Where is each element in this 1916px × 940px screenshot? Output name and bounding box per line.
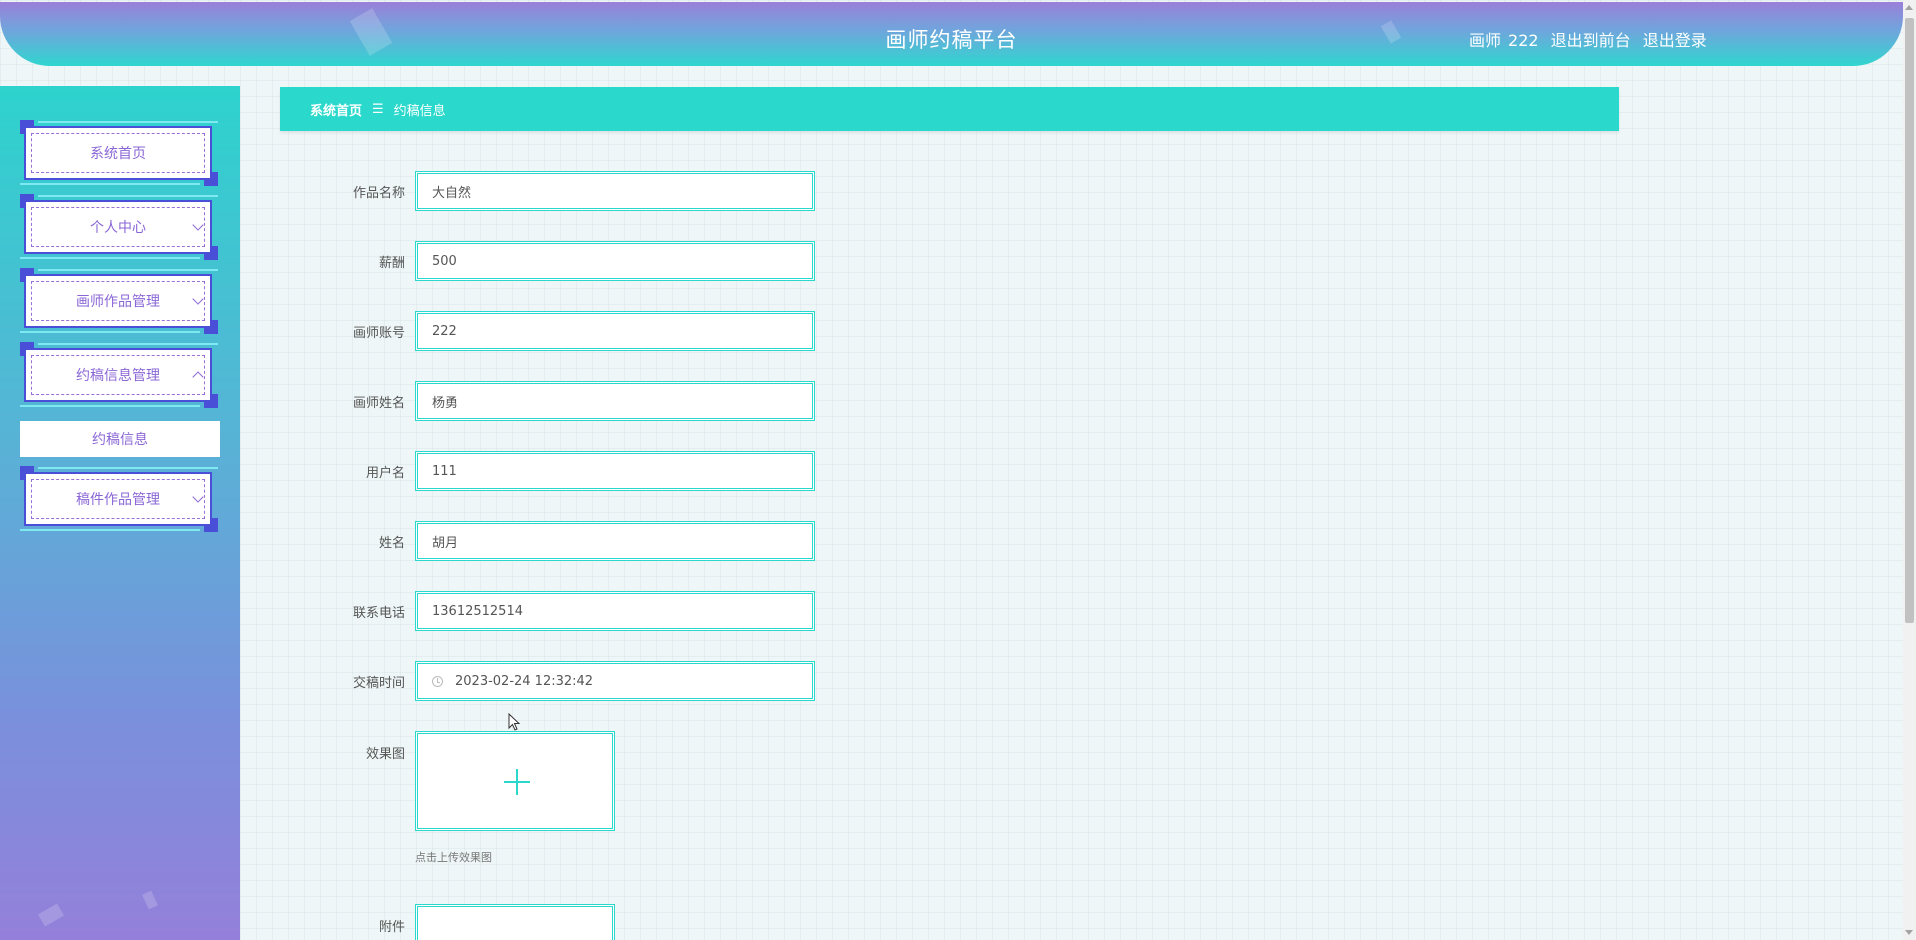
upload-hint: 点击上传效果图 bbox=[415, 851, 492, 864]
sidebar-item-label: 画师作品管理 bbox=[31, 281, 205, 321]
field-label: 联系电话 bbox=[352, 606, 405, 621]
work-name-input[interactable]: 大自然 bbox=[415, 171, 815, 211]
user-role: 画师 bbox=[1469, 31, 1502, 50]
top-header: 画师约稿平台 画师 222 退出到前台 退出登录 bbox=[0, 2, 1903, 66]
field-value: 大自然 bbox=[432, 185, 472, 201]
sidebar-item-label: 稿件作品管理 bbox=[31, 479, 205, 519]
submit-time-picker[interactable]: 2023-02-24 12:32:42 bbox=[415, 661, 815, 701]
field-label: 姓名 bbox=[378, 536, 405, 551]
field-value: 500 bbox=[432, 253, 457, 269]
effect-image-label: 效果图 bbox=[365, 747, 405, 762]
sidebar-item-label: 个人中心 bbox=[31, 207, 205, 247]
field-label: 画师姓名 bbox=[352, 396, 405, 411]
form-row-name: 姓名 胡月 bbox=[280, 521, 820, 561]
menu-icon: ☰ bbox=[372, 101, 384, 117]
sidebar-item-profile[interactable]: 个人中心 bbox=[20, 194, 218, 260]
form-row-salary: 薪酬 500 bbox=[280, 241, 820, 281]
artist-account-input[interactable]: 222 bbox=[415, 311, 815, 351]
sidebar-item-home[interactable]: 系统首页 bbox=[20, 120, 218, 186]
field-label: 作品名称 bbox=[352, 186, 405, 201]
sidebar-item-commission-info[interactable]: 约稿信息管理 bbox=[20, 342, 218, 408]
scrollbar-thumb[interactable] bbox=[1905, 18, 1914, 623]
breadcrumb-home[interactable]: 系统首页 bbox=[310, 100, 362, 119]
breadcrumb: 系统首页 ☰ 约稿信息 bbox=[280, 87, 1619, 131]
clock-icon bbox=[432, 675, 443, 687]
username-input[interactable]: 111 bbox=[415, 451, 815, 491]
form-row-work-name: 作品名称 大自然 bbox=[280, 171, 820, 211]
field-label: 用户名 bbox=[365, 466, 405, 481]
name-input[interactable]: 胡月 bbox=[415, 521, 815, 561]
scroll-down-icon[interactable] bbox=[1905, 930, 1913, 935]
sidebar-subitem-commission[interactable]: 约稿信息 bbox=[20, 421, 220, 457]
form-row-artist-name: 画师姓名 杨勇 bbox=[280, 381, 820, 421]
field-label: 交稿时间 bbox=[352, 676, 405, 691]
vertical-scrollbar[interactable] bbox=[1903, 0, 1916, 940]
logout-link[interactable]: 退出登录 bbox=[1643, 31, 1707, 50]
back-to-front-link[interactable]: 退出到前台 bbox=[1551, 31, 1631, 50]
phone-input[interactable]: 13612512514 bbox=[415, 591, 815, 631]
form-row-artist-account: 画师账号 222 bbox=[280, 311, 820, 351]
mouse-cursor-icon bbox=[508, 713, 520, 731]
field-label: 薪酬 bbox=[378, 256, 405, 271]
field-value: 杨勇 bbox=[432, 395, 459, 411]
user-area: 画师 222 退出到前台 退出登录 bbox=[1469, 27, 1714, 51]
decor-shape bbox=[142, 890, 158, 910]
field-value: 13612512514 bbox=[432, 603, 523, 619]
decor-shape bbox=[37, 903, 65, 927]
attachment-upload[interactable] bbox=[415, 904, 615, 940]
attachment-label: 附件 bbox=[378, 920, 405, 935]
scroll-up-icon[interactable] bbox=[1905, 5, 1913, 10]
sidebar-item-label: 系统首页 bbox=[31, 133, 205, 173]
artist-name-input[interactable]: 杨勇 bbox=[415, 381, 815, 421]
sidebar-item-draft-works[interactable]: 稿件作品管理 bbox=[20, 466, 218, 532]
field-label: 画师账号 bbox=[352, 326, 405, 341]
form-row-submit-time: 交稿时间 2023-02-24 12:32:42 bbox=[280, 661, 820, 701]
field-value: 222 bbox=[432, 323, 457, 339]
field-value: 2023-02-24 12:32:42 bbox=[455, 673, 594, 689]
form-row-phone: 联系电话 13612512514 bbox=[280, 591, 820, 631]
form-row-username: 用户名 111 bbox=[280, 451, 820, 491]
salary-input[interactable]: 500 bbox=[415, 241, 815, 281]
field-value: 胡月 bbox=[432, 535, 459, 551]
sidebar-item-label: 约稿信息管理 bbox=[31, 355, 205, 395]
effect-image-upload[interactable] bbox=[415, 731, 615, 831]
breadcrumb-current: 约稿信息 bbox=[393, 103, 446, 119]
username: 222 bbox=[1508, 31, 1539, 50]
field-value: 111 bbox=[432, 463, 457, 479]
sidebar-item-artist-works[interactable]: 画师作品管理 bbox=[20, 268, 218, 334]
